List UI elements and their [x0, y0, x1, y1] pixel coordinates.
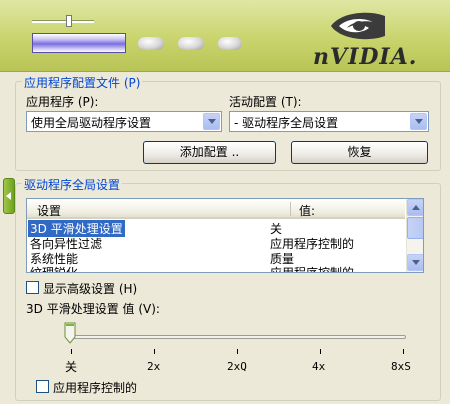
- active-profile-label: 活动配置 (T):: [229, 95, 302, 109]
- value-slider-track[interactable]: [70, 335, 406, 339]
- banner-pill-icon: [218, 37, 242, 50]
- slider-tick: [403, 349, 404, 354]
- settings-list[interactable]: 设置 值: 3D 平滑处理设置 关 各向异性过滤 应用程序控制的 系统性能 质量…: [26, 198, 424, 273]
- chevron-down-icon: [415, 119, 423, 124]
- banner-slider-track: [32, 20, 94, 23]
- table-row[interactable]: 系统性能 质量: [27, 251, 405, 266]
- table-row[interactable]: 3D 平滑处理设置 关: [27, 220, 405, 237]
- scroll-thumb[interactable]: [407, 217, 423, 239]
- slider-tick-label: 2xQ: [227, 360, 247, 373]
- setting-name: 纹理锐化: [30, 266, 79, 273]
- global-settings-group-title: 驱动程序全局设置: [22, 176, 123, 193]
- show-advanced-checkbox[interactable]: [26, 281, 39, 294]
- active-profile-select-button[interactable]: [410, 113, 427, 130]
- nvidia-eye-icon: [331, 12, 385, 40]
- chevron-up-icon: [412, 205, 420, 210]
- scroll-up-button[interactable]: [407, 199, 423, 216]
- slider-tick-label: 4x: [312, 360, 326, 373]
- value-label: 3D 平滑处理设置 值 (V):: [26, 302, 160, 316]
- application-select-button[interactable]: [203, 113, 220, 130]
- column-header-value[interactable]: 值:: [299, 202, 315, 219]
- column-header-setting[interactable]: 设置: [37, 202, 61, 219]
- arrow-left-icon: [6, 192, 11, 200]
- slider-tick-label: 关: [65, 360, 78, 374]
- column-divider[interactable]: [290, 202, 291, 216]
- table-row[interactable]: 纹理锐化 应用程序控制的: [27, 265, 405, 273]
- nvidia-logo: nVIDIA.: [305, 6, 443, 70]
- slider-tick: [237, 349, 238, 354]
- setting-value: 应用程序控制的: [270, 266, 355, 273]
- header-banner: nVIDIA.: [0, 0, 450, 72]
- chevron-down-icon: [208, 119, 216, 124]
- nvidia-logo-text: nVIDIA.: [313, 44, 418, 70]
- app-controlled-checkbox[interactable]: [36, 380, 49, 393]
- active-profile-select-value: - 驱动程序全局设置: [234, 116, 339, 130]
- restore-button[interactable]: 恢复: [291, 141, 428, 164]
- slider-tick: [154, 349, 155, 354]
- collapse-tab[interactable]: [3, 178, 15, 214]
- show-advanced-label[interactable]: 显示高级设置 (H): [43, 280, 137, 297]
- application-select-value: 使用全局驱动程序设置: [31, 116, 152, 130]
- slider-tick: [71, 349, 72, 354]
- scroll-down-button[interactable]: [407, 254, 423, 271]
- application-select[interactable]: 使用全局驱动程序设置: [26, 111, 222, 132]
- app-controlled-label[interactable]: 应用程序控制的: [53, 379, 137, 396]
- app-profile-group-title: 应用程序配置文件 (P): [22, 74, 143, 91]
- table-row[interactable]: 各向异性过滤 应用程序控制的: [27, 236, 405, 251]
- slider-tick: [320, 349, 321, 354]
- banner-slider-knob: [66, 15, 72, 27]
- active-profile-select[interactable]: - 驱动程序全局设置: [229, 111, 429, 132]
- settings-list-scrollbar[interactable]: [406, 199, 423, 272]
- slider-tick-label: 2x: [147, 360, 161, 373]
- settings-list-header: 设置 值:: [27, 199, 405, 219]
- application-label: 应用程序 (P):: [26, 95, 99, 109]
- chevron-down-icon: [412, 260, 420, 265]
- banner-pill-icon: [138, 37, 164, 50]
- banner-pill-icon: [178, 37, 204, 50]
- value-slider-thumb[interactable]: [64, 322, 76, 344]
- banner-bar: [32, 33, 126, 53]
- slider-tick-label: 8xS: [391, 360, 411, 373]
- add-profile-button[interactable]: 添加配置 ..: [143, 141, 276, 164]
